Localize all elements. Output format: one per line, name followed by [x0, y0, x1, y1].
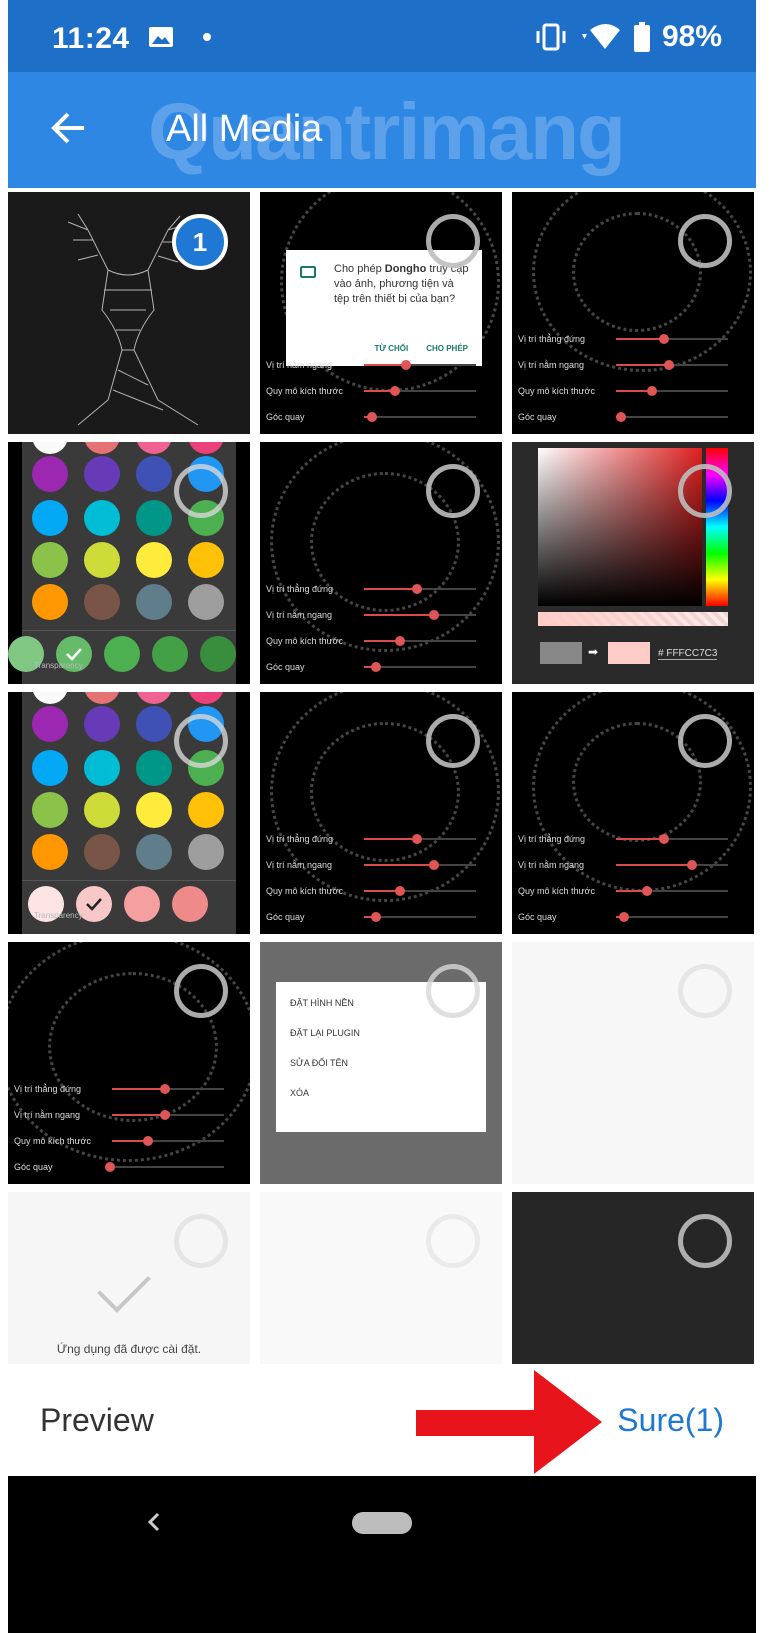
media-tile-clock-1[interactable]: Vị trí thẳng đứng Vị trí nằm ngang Quy m… [512, 192, 754, 434]
slider-row: Góc quay [266, 904, 496, 930]
media-tile-clock-4[interactable]: Vị trí thẳng đứng Vị trí nằm ngang Quy m… [512, 692, 754, 934]
notification-dot-icon [203, 33, 211, 41]
menu-item: SỬA ĐỔI TÊN [290, 1058, 349, 1068]
selected-badge[interactable]: 1 [172, 214, 228, 270]
slider-row: Vị trí thẳng đứng [266, 826, 496, 852]
slider-group: Vị trí nằm ngang Quy mô kích thước Góc q… [260, 326, 502, 434]
media-tile-color-picker[interactable]: ➡ # FFFCC7C3 [512, 442, 754, 684]
slider-row: Vị trí nằm ngang [266, 352, 496, 378]
slider-row: Quy mô kích thước [14, 1128, 244, 1154]
battery-percent: 98% [661, 20, 722, 53]
slider-row: Vị trí nằm ngang [518, 852, 748, 878]
slider-row: Góc quay [266, 654, 496, 680]
preview-button[interactable]: Preview [40, 1402, 154, 1439]
media-tile-blank-2[interactable] [260, 1192, 502, 1364]
arrow-right-icon: ➡ [588, 645, 599, 659]
slider-row: Vị trí nằm ngang [518, 352, 748, 378]
media-tile-blank-1[interactable] [512, 942, 754, 1184]
folder-icon [300, 266, 316, 278]
slider-group: Vị trí thẳng đứng Vị trí nằm ngang Quy m… [512, 326, 754, 434]
select-circle[interactable] [678, 464, 732, 518]
select-circle[interactable] [174, 1214, 228, 1268]
alpha-slider [538, 612, 728, 626]
media-tile-menu[interactable]: ĐẶT HÌNH NỀN ĐẶT LẠI PLUGIN SỬA ĐỔI TÊN … [260, 942, 502, 1184]
slider-group: Vị trí thẳng đứng Vị trí nằm ngang Quy m… [512, 826, 754, 934]
slider-row: Góc quay [266, 404, 496, 430]
status-icons: 98% [534, 20, 722, 54]
app-bar: Quantrimang All Media [8, 72, 756, 188]
old-color-swatch [540, 642, 582, 664]
status-bar: 11:24 98% [8, 0, 756, 72]
menu-item: ĐẶT LẠI PLUGIN [290, 1028, 360, 1038]
select-circle[interactable] [678, 1214, 732, 1268]
permission-text: Cho phép Dongho truy cập vào ảnh, phương… [334, 263, 469, 305]
slider-row: Quy mô kích thước [518, 878, 748, 904]
slider-row: Góc quay [14, 1154, 244, 1180]
select-circle[interactable] [174, 714, 228, 768]
wifi-icon [581, 24, 620, 49]
slider-row: Vị trí nằm ngang [14, 1102, 244, 1128]
slider-row: Vị trí nằm ngang [266, 852, 496, 878]
media-tile-dark[interactable] [512, 1192, 754, 1364]
menu-item: XÓA [290, 1088, 310, 1098]
select-circle[interactable] [426, 1214, 480, 1268]
image-notification-icon [149, 27, 173, 47]
media-tile-deer[interactable]: 1 [8, 192, 250, 434]
slider-row: Góc quay [518, 904, 748, 930]
new-color-swatch [608, 642, 650, 664]
bottom-action-bar: Preview Sure(1) [8, 1366, 756, 1476]
slider-row: Vị trí thẳng đứng [518, 326, 748, 352]
media-tile-palette-2[interactable]: Transparency [8, 692, 250, 934]
slider-row: Góc quay [518, 404, 748, 430]
battery-icon [633, 22, 650, 52]
checkmark-icon [97, 1259, 151, 1313]
slider-row: Quy mô kích thước [266, 878, 496, 904]
checkmark-icon [86, 898, 102, 911]
media-tile-clock-3[interactable]: Vị trí thẳng đứng Vị trí nằm ngang Quy m… [260, 692, 502, 934]
select-circle[interactable] [426, 714, 480, 768]
color-picker-square [538, 448, 702, 606]
select-circle[interactable] [426, 964, 480, 1018]
slider-row: Quy mô kích thước [266, 628, 496, 654]
slider-group: Vị trí thẳng đứng Vị trí nằm ngang Quy m… [8, 1076, 250, 1184]
phone-screen: 11:24 98% Quantrimang All Media 1 Cho ph… [8, 0, 756, 1633]
slider-row: Quy mô kích thước [266, 378, 496, 404]
page-title: All Media [166, 108, 323, 150]
sure-button[interactable]: Sure(1) [617, 1402, 724, 1439]
back-arrow-icon[interactable] [48, 108, 88, 148]
slider-row: Vị trí thẳng đứng [266, 576, 496, 602]
slider-row: Vị trí thẳng đứng [518, 826, 748, 852]
slider-row: Vị trí thẳng đứng [14, 1076, 244, 1102]
media-tile-palette-1[interactable]: Transparency [8, 442, 250, 684]
slider-row: Quy mô kích thước [518, 378, 748, 404]
system-nav-bar [8, 1476, 756, 1633]
media-tile-installed[interactable]: Ứng dụng đã được cài đặt. [8, 1192, 250, 1364]
slider-row: Vị trí nằm ngang [266, 602, 496, 628]
status-time: 11:24 [52, 22, 130, 55]
media-tile-permission[interactable]: Cho phép Dongho truy cập vào ảnh, phương… [260, 192, 502, 434]
media-tile-clock-2[interactable]: Vị trí thẳng đứng Vị trí nằm ngang Quy m… [260, 442, 502, 684]
select-circle[interactable] [426, 464, 480, 518]
select-circle[interactable] [174, 464, 228, 518]
slider-group: Vị trí thẳng đứng Vị trí nằm ngang Quy m… [260, 576, 502, 684]
select-circle[interactable] [174, 964, 228, 1018]
nav-back-icon[interactable] [144, 1510, 164, 1534]
select-circle[interactable] [426, 214, 480, 268]
select-circle[interactable] [678, 714, 732, 768]
hex-value: # FFFCC7C3 [658, 648, 718, 660]
vibrate-icon [536, 23, 566, 51]
select-circle[interactable] [678, 964, 732, 1018]
slider-group: Vị trí thẳng đứng Vị trí nằm ngang Quy m… [260, 826, 502, 934]
red-arrow-annotation-icon [416, 1370, 602, 1474]
media-tile-clock-5[interactable]: Vị trí thẳng đứng Vị trí nằm ngang Quy m… [8, 942, 250, 1184]
nav-home-pill[interactable] [352, 1512, 412, 1534]
select-circle[interactable] [678, 214, 732, 268]
